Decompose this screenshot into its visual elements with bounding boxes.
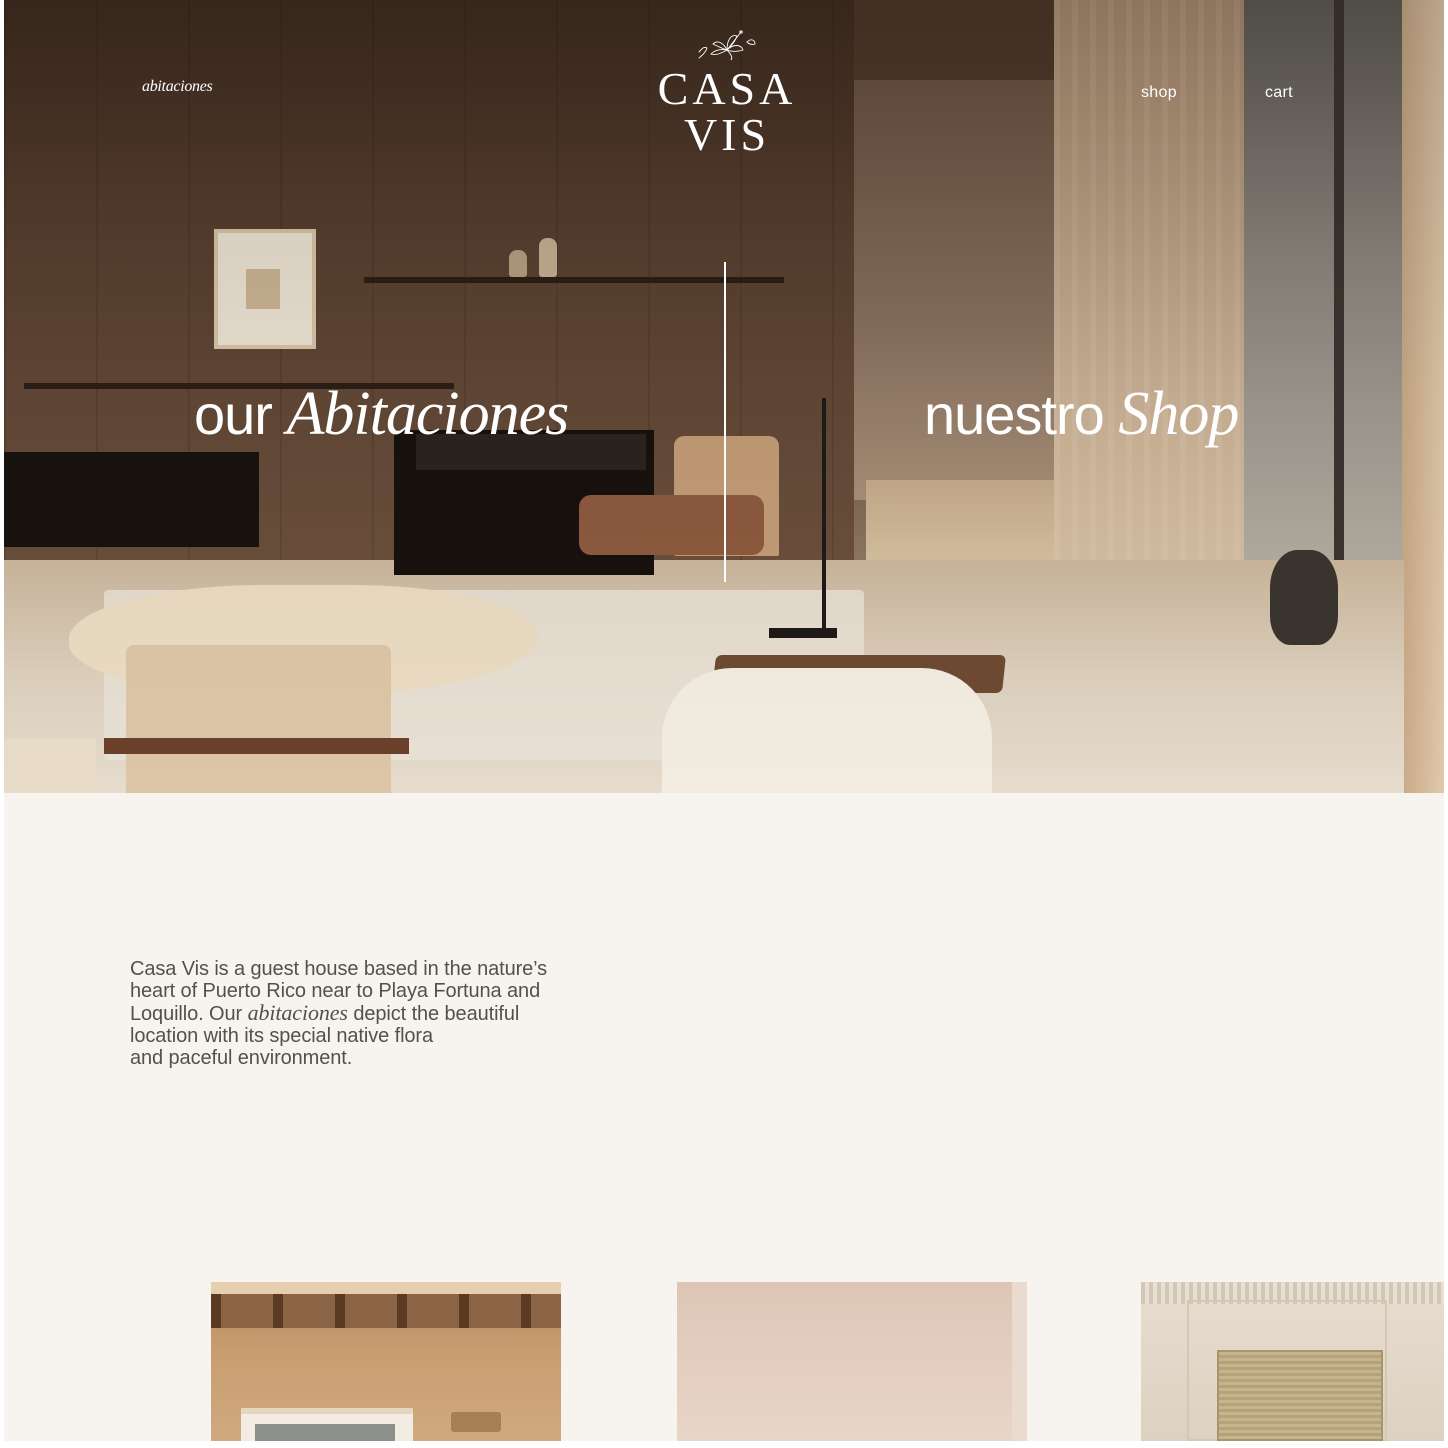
room-card-ceiling (211, 1282, 561, 1294)
room-card-basket (451, 1412, 501, 1432)
nav-shop-link[interactable]: shop (1141, 84, 1177, 102)
room-card-image[interactable] (1141, 1282, 1444, 1441)
intro-text: depict the beautiful (347, 1003, 520, 1025)
logo-wordmark: CASA VIS (657, 63, 797, 160)
logo[interactable]: CASA VIS (612, 28, 842, 158)
intro-line: Casa Vis is a guest house based in the n… (130, 958, 548, 980)
hero-left-plain: our (194, 383, 273, 446)
intro-line: heart of Puerto Rico near to Playa Fortu… (130, 980, 541, 1002)
nav-abitaciones-link[interactable]: abitaciones (142, 78, 213, 96)
intro-line: and paceful environment. (130, 1047, 353, 1069)
hibiscus-flower-icon (698, 30, 756, 60)
intro-paragraph: Casa Vis is a guest house based in the n… (130, 958, 630, 1069)
intro-line: location with its special native flora (130, 1025, 434, 1047)
hero-left-italic: Abitaciones (286, 380, 570, 448)
hero-shop-link[interactable]: nuestro Shop (924, 380, 1239, 448)
hero-section: abitaciones CASA VIS shop cart our Abita… (4, 0, 1444, 793)
intro-text: Loquillo. Our (130, 1003, 248, 1025)
nav-cart-link[interactable]: cart (1265, 84, 1293, 102)
intro-line: Loquillo. Our abitaciones depict the bea… (130, 1000, 630, 1026)
hero-divider (724, 262, 726, 582)
page: abitaciones CASA VIS shop cart our Abita… (4, 0, 1444, 1441)
room-card-wall-light (1012, 1282, 1027, 1441)
room-card-image[interactable] (677, 1282, 1027, 1441)
hero-right-plain: nuestro (924, 383, 1105, 446)
hero-right-italic: Shop (1118, 380, 1239, 448)
intro-italic-word: abitaciones (247, 1000, 348, 1025)
hero-abitaciones-link[interactable]: our Abitaciones (194, 380, 570, 448)
room-card-window (241, 1408, 413, 1441)
room-card-image[interactable] (211, 1282, 561, 1441)
room-card-artwork (1217, 1350, 1383, 1441)
